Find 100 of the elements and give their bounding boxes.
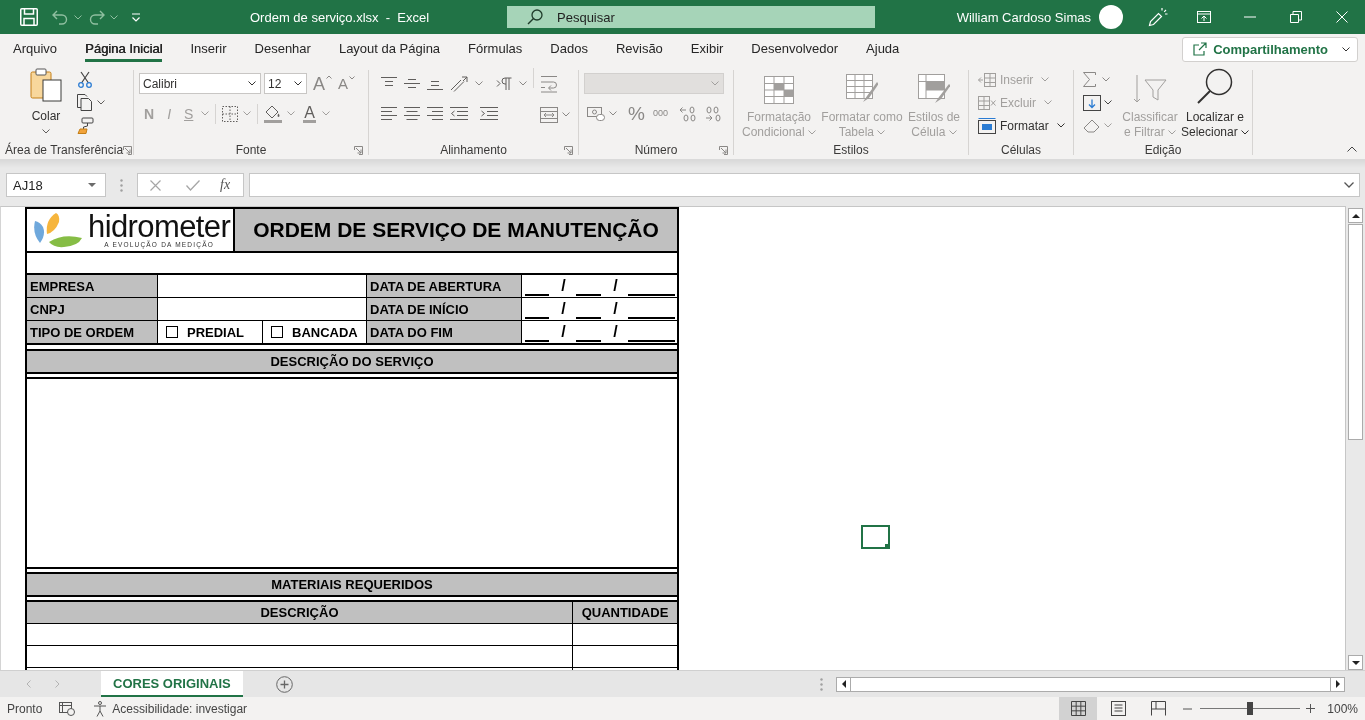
share-icon[interactable] xyxy=(1193,42,1208,56)
triangle-up-icon[interactable] xyxy=(1351,213,1360,218)
fill-down-icon[interactable] xyxy=(1083,94,1101,111)
insert-function-button[interactable]: fx xyxy=(220,177,231,193)
search-icon[interactable] xyxy=(527,9,543,25)
launcher-icon[interactable] xyxy=(719,145,728,155)
name-box[interactable]: AJ18 xyxy=(6,173,106,197)
paint-bucket-icon[interactable] xyxy=(264,104,283,123)
align-middle-icon[interactable] xyxy=(404,77,420,90)
menu-tab[interactable]: Ajuda xyxy=(866,36,900,62)
save-icon[interactable] xyxy=(20,8,38,26)
align-left-icon[interactable] xyxy=(381,107,397,120)
launcher-icon[interactable] xyxy=(354,145,363,155)
eraser-icon[interactable] xyxy=(1083,118,1100,133)
paste-icon[interactable] xyxy=(30,68,62,102)
vertical-dots-icon[interactable] xyxy=(820,677,823,691)
align-right-icon[interactable] xyxy=(427,107,443,120)
chevron-up-icon[interactable] xyxy=(1347,146,1357,152)
grid-icon[interactable] xyxy=(1070,701,1086,716)
paragraph-arrow-icon[interactable] xyxy=(496,77,512,90)
caret-icon[interactable] xyxy=(248,81,256,86)
outdent-icon[interactable] xyxy=(450,107,468,120)
scrollbar-thumb[interactable] xyxy=(851,676,1330,692)
border-grid-icon[interactable] xyxy=(222,105,239,122)
sigma-icon[interactable] xyxy=(1083,72,1096,87)
diagonal-arrow-icon[interactable] xyxy=(450,75,468,92)
undo-icon[interactable] xyxy=(52,9,68,25)
share-button[interactable]: Compartilhamento xyxy=(1182,36,1358,62)
launcher-icon[interactable] xyxy=(564,145,573,155)
page-icon[interactable] xyxy=(1110,701,1126,716)
format-painter-icon[interactable] xyxy=(77,117,94,134)
menu-tab[interactable]: Desenvolvedor xyxy=(751,36,839,62)
zoom-slider-thumb[interactable] xyxy=(1247,702,1254,715)
search-icon[interactable] xyxy=(1197,68,1233,104)
font-name-dropdown[interactable]: Calibri xyxy=(139,73,261,94)
merge-cells-icon[interactable] xyxy=(540,106,558,123)
caret-icon[interactable] xyxy=(294,81,302,86)
menu-tab[interactable]: Revisão xyxy=(615,36,663,62)
banknote-icon[interactable] xyxy=(587,106,605,121)
chevron-down-icon[interactable] xyxy=(1344,182,1354,188)
wrap-text-icon[interactable] xyxy=(540,74,558,93)
scrollbar-thumb[interactable] xyxy=(1348,224,1363,440)
date-separator: / xyxy=(612,298,619,319)
window-arrow-icon[interactable] xyxy=(1197,11,1211,23)
caret-icon[interactable] xyxy=(1104,100,1112,105)
pen-sparkle-icon[interactable] xyxy=(1148,7,1168,27)
customize-icon[interactable] xyxy=(131,12,141,22)
caret-down-icon[interactable] xyxy=(349,76,356,80)
plus-icon[interactable] xyxy=(1306,704,1316,713)
close-icon[interactable] xyxy=(1336,11,1348,23)
caret-up-icon[interactable] xyxy=(326,74,332,79)
triangle-left-icon[interactable] xyxy=(841,680,846,688)
caret-icon[interactable] xyxy=(42,129,50,134)
triangle-down-icon[interactable] xyxy=(1351,660,1360,665)
format-button[interactable]: Formatar xyxy=(978,117,1065,134)
menu-tab[interactable]: Dados xyxy=(550,36,588,62)
description-field[interactable] xyxy=(27,377,677,569)
increase-decimal-icon[interactable] xyxy=(678,105,697,122)
sheet-record-icon[interactable] xyxy=(59,701,76,716)
caret-icon[interactable] xyxy=(1241,130,1249,136)
find-select-button[interactable]: Localizar e Selecionar xyxy=(1180,68,1250,140)
zoom-level[interactable]: 100% xyxy=(1327,701,1358,716)
scissors-icon[interactable] xyxy=(78,71,92,88)
font-color-button[interactable]: A xyxy=(303,104,317,123)
restore-icon[interactable] xyxy=(1290,11,1302,23)
accessibility-status[interactable]: Acessibilidade: investigar xyxy=(112,701,248,716)
column-header: QUANTIDADE xyxy=(573,602,677,623)
field-label: DATA DO FIM xyxy=(367,321,522,343)
check-icon[interactable] xyxy=(186,179,200,191)
align-center-icon[interactable] xyxy=(404,107,420,120)
plus-circle-icon[interactable] xyxy=(275,675,293,693)
triangle-right-icon[interactable] xyxy=(1335,680,1340,688)
caret-icon[interactable] xyxy=(1056,123,1065,128)
menu-tab[interactable]: Inserir xyxy=(190,36,227,62)
indent-icon[interactable] xyxy=(480,107,498,120)
page-break-icon[interactable] xyxy=(1150,701,1166,716)
paste-button[interactable]: Colar xyxy=(21,68,71,138)
redo-icon[interactable] xyxy=(89,9,105,25)
formula-input[interactable] xyxy=(249,173,1360,197)
caret-icon[interactable] xyxy=(97,100,105,105)
search-field[interactable]: Pesquisar xyxy=(507,6,875,28)
checkbox-option[interactable]: PREDIAL xyxy=(158,321,263,343)
format-cells-icon[interactable] xyxy=(978,117,996,134)
menu-tab[interactable]: Fórmulas xyxy=(468,36,523,62)
accessibility-icon[interactable] xyxy=(92,700,109,717)
normal-view-button[interactable] xyxy=(1059,697,1098,720)
caret-icon[interactable] xyxy=(1342,46,1350,52)
font-size-dropdown[interactable]: 12 xyxy=(264,73,307,94)
menu-tab[interactable]: Arquivo xyxy=(13,36,58,62)
sheet-tab[interactable]: CORES ORIGINAIS xyxy=(101,671,243,697)
menu-tab[interactable]: Layout da Página xyxy=(338,36,441,62)
launcher-icon[interactable] xyxy=(123,145,133,155)
dropdown-triangle-icon[interactable] xyxy=(88,183,96,187)
copy-icon[interactable] xyxy=(77,94,92,111)
decrease-decimal-icon[interactable] xyxy=(703,105,722,122)
checkbox[interactable] xyxy=(271,326,283,338)
menu-tab[interactable]: Exibir xyxy=(690,36,724,62)
menu-tab[interactable]: Desenhar xyxy=(254,36,311,62)
checkbox[interactable] xyxy=(166,326,178,338)
avatar-icon[interactable] xyxy=(1099,5,1123,29)
